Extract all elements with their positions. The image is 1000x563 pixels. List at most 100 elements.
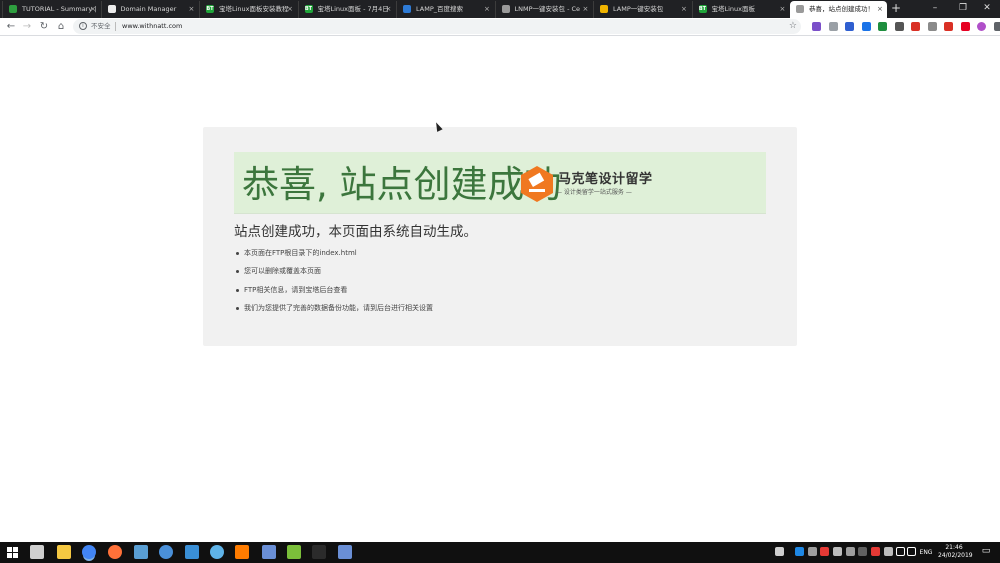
app-3-icon[interactable]	[185, 545, 199, 559]
close-tab-icon[interactable]: ×	[386, 1, 392, 17]
close-tab-icon[interactable]: ×	[681, 1, 687, 17]
marker-logo-icon	[521, 166, 553, 202]
watermark-logo: 马克笔设计留学 — 设计类留学一站式服务 —	[520, 165, 660, 205]
page-icon	[501, 5, 510, 13]
people-icon[interactable]	[775, 547, 784, 556]
close-tab-icon[interactable]: ×	[287, 1, 293, 17]
address-bar[interactable]: i 不安全 www.withnatt.com ☆	[73, 19, 801, 34]
windows-start-icon[interactable]	[7, 547, 18, 558]
forward-button[interactable]: →	[20, 19, 34, 35]
app-blue-ring-icon[interactable]	[159, 545, 173, 559]
wifi-icon[interactable]	[896, 547, 905, 556]
tab-label: 宝塔Linux面板 - 7月4日	[317, 5, 389, 13]
close-tab-icon[interactable]: ×	[90, 1, 96, 17]
list-item: FTP相关信息，请到宝塔后台查看	[234, 281, 734, 299]
browser-tab[interactable]: LAMP一键安装包 ×	[593, 1, 690, 18]
browser-tab[interactable]: LNMP一键安装包 - Ce ×	[494, 1, 592, 18]
clock-time[interactable]: 21:46	[938, 544, 970, 552]
hand-icon	[107, 5, 116, 13]
app-cyan-ring-icon[interactable]	[210, 545, 224, 559]
close-tab-icon[interactable]: ×	[189, 1, 195, 17]
clock-date[interactable]: 24/02/2019	[938, 552, 973, 560]
info-list: 本页面在FTP根目录下的index.html 您可以删除或覆盖本页面 FTP相关…	[234, 244, 734, 317]
page-title: 恭喜, 站点创建成功	[242, 163, 562, 206]
list-item: 本页面在FTP根目录下的index.html	[234, 244, 734, 262]
taskbar: ENG 21:46 24/02/2019 ▭	[0, 542, 1000, 563]
tab-label: 恭喜，站点创建成功！	[809, 5, 874, 13]
illustrator-icon[interactable]	[235, 545, 249, 559]
ext-purple-icon[interactable]	[812, 22, 821, 31]
network-app-icon[interactable]	[262, 545, 276, 559]
close-tab-icon[interactable]: ×	[780, 1, 786, 17]
minimize-button[interactable]: –	[922, 0, 948, 18]
browser-tab[interactable]: BT 宝塔Linux面板 ×	[691, 1, 789, 18]
bt-icon: BT	[304, 5, 313, 13]
baidu-icon	[403, 5, 411, 13]
chrome-icon[interactable]	[82, 545, 96, 559]
vscode-icon[interactable]	[134, 545, 148, 559]
browser-tab[interactable]: TUTORIAL - Summary | ×	[2, 1, 99, 18]
volume-icon[interactable]	[907, 547, 916, 556]
tab-label: Domain Manager	[120, 5, 177, 13]
info-icon[interactable]: i	[79, 22, 87, 30]
close-window-button[interactable]: ✕	[974, 0, 1000, 18]
browser-tab[interactable]: 恭喜，站点创建成功！ ×	[790, 1, 887, 18]
ext-red-icon[interactable]	[944, 22, 953, 31]
file-explorer-icon[interactable]	[57, 545, 71, 559]
ext-blue-icon[interactable]	[861, 22, 871, 31]
close-tab-icon[interactable]: ×	[484, 1, 490, 17]
home-button[interactable]: ⌂	[54, 19, 68, 35]
page-icon	[796, 5, 804, 13]
tray-red-icon[interactable]	[820, 547, 829, 556]
tab-label: LNMP一键安装包 - Ce	[514, 5, 581, 13]
ext-green-icon[interactable]	[878, 22, 887, 31]
close-tab-icon[interactable]: ×	[877, 1, 883, 17]
menu-icon[interactable]	[993, 22, 1000, 31]
ext-grid-icon[interactable]	[828, 22, 838, 31]
browser-tab[interactable]: Domain Manager ×	[100, 1, 198, 18]
browser-tab[interactable]: BT 宝塔Linux面板 - 7月4日 ×	[297, 1, 395, 18]
new-tab-button[interactable]: +	[889, 1, 903, 17]
warning-icon	[600, 5, 608, 13]
bt-icon: BT	[206, 5, 214, 13]
omnibox-divider	[115, 22, 116, 31]
notification-icon[interactable]: ▭	[979, 547, 993, 556]
ext-pepper-icon[interactable]	[911, 22, 920, 31]
content-card: 恭喜, 站点创建成功 马克笔设计留学 — 设计类留学一站式服务 — 站点创建成功…	[203, 127, 797, 346]
browser-toolbar: ← → ↻ ⌂ i 不安全 www.withnatt.com ☆	[0, 18, 1000, 36]
terminal-icon[interactable]	[312, 545, 326, 559]
close-tab-icon[interactable]: ×	[583, 1, 589, 17]
language-indicator[interactable]: ENG	[917, 549, 935, 557]
notepad-icon[interactable]	[287, 545, 301, 559]
tab-label: TUTORIAL - Summary |	[22, 5, 97, 13]
ext-pinterest-icon[interactable]	[960, 22, 970, 31]
tab-label: 宝塔Linux面板	[711, 5, 756, 13]
tab-strip: TUTORIAL - Summary | × Domain Manager × BT 宝塔…	[0, 0, 1000, 18]
tab-label: LAMP_百度搜索	[416, 5, 463, 13]
browser-tab[interactable]: LAMP_百度搜索 ×	[396, 1, 493, 18]
tray-gray-icon[interactable]	[808, 547, 817, 556]
green-leaf-icon	[9, 5, 17, 13]
bookmark-star-icon[interactable]: ☆	[789, 19, 797, 34]
task-view-icon[interactable]	[30, 545, 44, 559]
ext-blue-ring-icon[interactable]	[845, 22, 854, 31]
remote-app-icon[interactable]	[338, 545, 352, 559]
firefox-icon[interactable]	[108, 545, 122, 559]
tray-badge-icon[interactable]	[846, 547, 855, 556]
bt-icon: BT	[698, 5, 707, 13]
ext-pen-icon[interactable]	[894, 22, 904, 31]
tray-blue-icon[interactable]	[795, 547, 804, 556]
reload-button[interactable]: ↻	[37, 19, 51, 35]
ext-gray-icon[interactable]	[927, 22, 937, 31]
page-subtitle: 站点创建成功，本页面由系统自动生成。	[234, 224, 477, 240]
onedrive-icon[interactable]	[884, 547, 893, 556]
browser-tab[interactable]: BT 宝塔Linux面板安装教程 ×	[199, 1, 296, 18]
back-button[interactable]: ←	[4, 19, 18, 35]
restore-button[interactable]: ❐	[950, 0, 976, 18]
tray-dark-icon[interactable]	[858, 547, 867, 556]
profile-avatar-icon[interactable]	[977, 22, 986, 31]
list-item: 您可以删除或覆盖本页面	[234, 262, 734, 280]
tray-red-2-icon[interactable]	[871, 547, 880, 556]
tray-light-icon[interactable]	[833, 547, 842, 556]
url-text[interactable]: www.withnatt.com	[122, 19, 182, 34]
